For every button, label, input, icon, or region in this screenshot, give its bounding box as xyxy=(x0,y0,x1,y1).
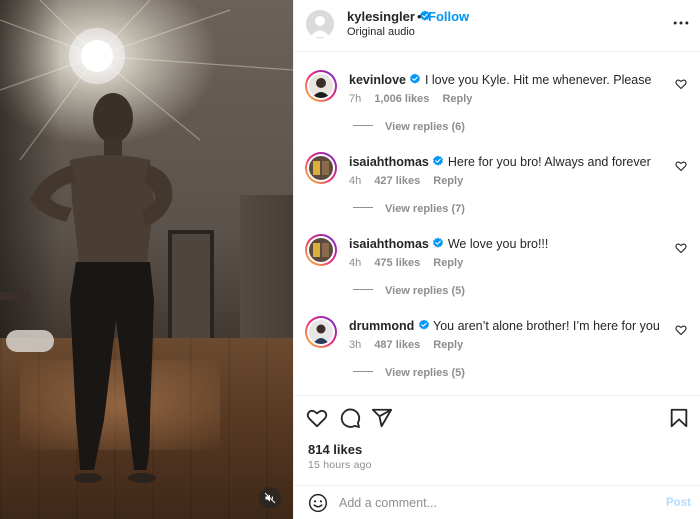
comment-text-line: drummond You aren’t alone brother! I’m h… xyxy=(349,319,660,333)
heart-icon[interactable] xyxy=(675,324,687,336)
view-replies-label[interactable]: View replies (5) xyxy=(385,285,465,297)
reply-button[interactable]: Reply xyxy=(433,175,463,187)
commenter-avatar[interactable] xyxy=(305,234,337,266)
view-replies-label[interactable]: View replies (6) xyxy=(385,121,465,133)
comment-username[interactable]: isaiahthomas xyxy=(349,237,429,251)
verified-badge-icon xyxy=(433,237,444,248)
comment-time[interactable]: 7h xyxy=(349,93,361,105)
comment-likes[interactable]: 427 likes xyxy=(374,175,420,187)
comment-text-line: isaiahthomas We love you bro!!! xyxy=(349,237,548,251)
comment-time[interactable]: 4h xyxy=(349,257,361,269)
post-details-panel: kylesingler • Follow Original audio kevi… xyxy=(293,0,700,519)
comment-meta: 4h 427 likes Reply xyxy=(349,175,473,187)
view-replies-button[interactable]: View replies (5) xyxy=(353,367,465,379)
post-timestamp[interactable]: 15 hours ago xyxy=(308,459,372,471)
comment-input[interactable] xyxy=(339,492,639,514)
comment-text-line: kevinlove I love you Kyle. Hit me whenev… xyxy=(349,73,651,87)
more-options-icon[interactable] xyxy=(671,13,691,33)
replies-divider xyxy=(353,207,373,208)
share-icon[interactable] xyxy=(371,407,393,429)
author-username[interactable]: kylesingler xyxy=(347,9,415,24)
bookmark-icon[interactable] xyxy=(668,407,690,429)
commenter-avatar[interactable] xyxy=(305,316,337,348)
muted-speaker-icon xyxy=(264,492,276,504)
person-silhouette xyxy=(30,93,173,483)
avatar-photo xyxy=(309,74,333,98)
comment-username[interactable]: drummond xyxy=(349,319,414,333)
post-comment-button[interactable]: Post xyxy=(666,497,691,509)
default-avatar-icon xyxy=(306,10,334,38)
view-replies-button[interactable]: View replies (6) xyxy=(353,121,465,133)
comment-meta: 3h 487 likes Reply xyxy=(349,339,473,351)
instagram-post-view: kylesingler • Follow Original audio kevi… xyxy=(0,0,700,519)
verified-badge-icon xyxy=(418,319,429,330)
comment-likes[interactable]: 487 likes xyxy=(374,339,420,351)
replies-divider xyxy=(353,371,373,372)
comment-body: You aren’t alone brother! I’m here for y… xyxy=(433,319,660,333)
heart-icon[interactable] xyxy=(675,78,687,90)
comment-meta: 4h 475 likes Reply xyxy=(349,257,473,269)
heart-icon[interactable] xyxy=(306,407,328,429)
avatar-photo xyxy=(309,238,333,262)
avatar-photo xyxy=(309,320,333,344)
comment-body: Here for you bro! Always and forever xyxy=(447,155,651,169)
comment-likes[interactable]: 1,006 likes xyxy=(374,93,429,105)
avatar-photo xyxy=(309,156,333,180)
post-header: kylesingler • Follow Original audio xyxy=(294,0,700,52)
comment-text-line: isaiahthomas Here for you bro! Always an… xyxy=(349,155,651,169)
replies-divider xyxy=(353,125,373,126)
comment-time[interactable]: 4h xyxy=(349,175,361,187)
comment-username[interactable]: isaiahthomas xyxy=(349,155,429,169)
comment-time[interactable]: 3h xyxy=(349,339,361,351)
post-likes-count[interactable]: 814 likes xyxy=(308,442,362,457)
emoji-icon[interactable] xyxy=(308,493,328,513)
reply-button[interactable]: Reply xyxy=(442,93,472,105)
post-video[interactable] xyxy=(0,0,293,519)
reply-button[interactable]: Reply xyxy=(433,339,463,351)
view-replies-label[interactable]: View replies (7) xyxy=(385,203,465,215)
reply-button[interactable]: Reply xyxy=(433,257,463,269)
mute-toggle-button[interactable] xyxy=(259,487,281,509)
view-replies-button[interactable]: View replies (5) xyxy=(353,285,465,297)
header-separator: • xyxy=(417,9,422,24)
author-avatar[interactable] xyxy=(306,10,334,38)
verified-badge-icon xyxy=(433,155,444,166)
verified-badge-icon xyxy=(410,73,421,84)
commenter-avatar[interactable] xyxy=(305,152,337,184)
commenter-avatar[interactable] xyxy=(305,70,337,102)
view-replies-button[interactable]: View replies (7) xyxy=(353,203,465,215)
comment-icon[interactable] xyxy=(339,407,361,429)
replies-divider xyxy=(353,289,373,290)
heart-icon[interactable] xyxy=(675,160,687,172)
view-replies-label[interactable]: View replies (5) xyxy=(385,367,465,379)
comment-body: We love you bro!!! xyxy=(447,237,549,251)
heart-icon[interactable] xyxy=(675,242,687,254)
comment-username[interactable]: kevinlove xyxy=(349,73,406,87)
comment-likes[interactable]: 475 likes xyxy=(374,257,420,269)
follow-button[interactable]: Follow xyxy=(428,9,469,24)
comment-body: I love you Kyle. Hit me whenever. Please xyxy=(424,73,652,87)
post-actions: 814 likes 15 hours ago xyxy=(294,395,700,485)
comment-meta: 7h 1,006 likes Reply xyxy=(349,93,482,105)
audio-label[interactable]: Original audio xyxy=(347,26,415,38)
add-comment-bar: Post xyxy=(294,485,700,519)
